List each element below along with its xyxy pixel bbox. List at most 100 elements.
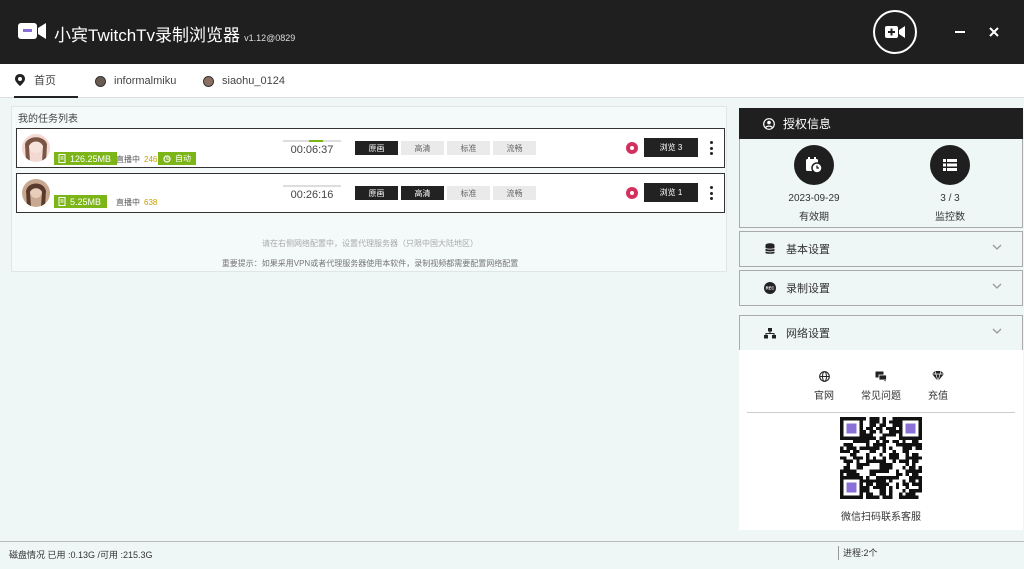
- network-icon: [764, 327, 776, 339]
- viewer-count: 246: [144, 155, 158, 164]
- timer-text: 00:26:16: [290, 189, 334, 201]
- close-icon: [989, 27, 999, 37]
- record-settings-label: 录制设置: [786, 283, 830, 295]
- minimize-icon: [955, 31, 965, 33]
- file-size: 126.25MB: [70, 153, 112, 164]
- expiry-button[interactable]: [794, 145, 834, 185]
- website-link[interactable]: 官网: [794, 370, 854, 402]
- minimize-button[interactable]: [952, 24, 968, 40]
- app-title: 小宾TwitchTv录制浏览器 v1.12@0829: [54, 21, 295, 46]
- auto-icon: [163, 154, 171, 163]
- quality-original-button[interactable]: 原画: [355, 141, 398, 155]
- network-settings-label: 网络设置: [786, 328, 830, 340]
- quality-hd-button[interactable]: 高清: [401, 141, 444, 155]
- more-options-icon[interactable]: [706, 139, 716, 157]
- tab-home[interactable]: 首页: [14, 64, 78, 98]
- tab-label: informalmiku: [114, 75, 177, 87]
- record-timer: 00:06:37: [283, 140, 341, 158]
- auto-label: 自动: [175, 154, 191, 163]
- avatar-icon: [202, 75, 214, 87]
- monitor-count-button[interactable]: [930, 145, 970, 185]
- recharge-link[interactable]: 充值: [908, 370, 968, 402]
- monitor-count: 3 / 3: [940, 193, 960, 204]
- avatar-icon: [94, 75, 106, 87]
- task-list-panel: 我的任务列表 126.25MB 直播中 246 自动 00:06:37 原画 高清…: [11, 106, 727, 272]
- divider: [747, 412, 1015, 413]
- chevron-down-icon: [992, 244, 1002, 250]
- chat-icon: [875, 370, 887, 382]
- file-size: 5.25MB: [70, 196, 102, 207]
- file-size-badge: 126.25MB: [54, 152, 118, 165]
- timer-progress-fill: [309, 140, 323, 142]
- record-status-icon[interactable]: [626, 187, 638, 199]
- title-bar: 小宾TwitchTv录制浏览器 v1.12@0829: [0, 0, 1024, 64]
- task-row: 5.25MB 直播中 638 00:26:16 原画 高清 标准 流畅 浏览 1: [16, 173, 725, 213]
- viewer-count: 638: [144, 198, 158, 207]
- tab-label: 首页: [34, 75, 56, 87]
- location-pin-icon: [14, 74, 26, 86]
- links-area: 官网 常见问题 充值 微信扫码联系客服: [739, 350, 1023, 530]
- quality-hd-button[interactable]: 高清: [401, 186, 444, 200]
- monitor-label: 监控数: [935, 212, 965, 223]
- file-icon: [58, 197, 66, 206]
- faq-label: 常见问题: [861, 391, 901, 402]
- calendar-clock-icon: [806, 157, 823, 174]
- live-status-text: 直播中: [116, 155, 140, 164]
- video-add-icon: [885, 26, 905, 38]
- rec-icon: REC: [764, 282, 776, 294]
- more-options-icon[interactable]: [706, 184, 716, 202]
- auto-record-toggle[interactable]: 自动: [158, 152, 196, 165]
- status-bar: 磁盘情况 已用 :0.13G /可用 :215.3G 进程:2个: [0, 541, 1024, 569]
- diamond-icon: [932, 370, 944, 382]
- task-list-title: 我的任务列表: [18, 114, 78, 125]
- chevron-down-icon: [992, 283, 1002, 289]
- browse-button[interactable]: 浏览 1: [644, 183, 698, 202]
- app-title-text: 小宾TwitchTv录制浏览器: [54, 26, 241, 45]
- expiry-label: 有效期: [799, 212, 829, 223]
- quality-smooth-button[interactable]: 流畅: [493, 141, 536, 155]
- tab-informalmiku[interactable]: informalmiku: [94, 64, 176, 98]
- video-camera-logo-icon: [18, 23, 46, 39]
- record-timer: 00:26:16: [283, 185, 341, 203]
- basic-settings-accordion[interactable]: 基本设置: [739, 231, 1023, 267]
- wechat-qr-code: [840, 417, 922, 499]
- database-icon: [764, 243, 776, 255]
- tab-siaohu[interactable]: siaohu_0124: [202, 64, 285, 98]
- streamer-avatar[interactable]: [22, 134, 50, 162]
- live-status-text: 直播中: [116, 198, 140, 207]
- auth-info-body: 2023-09-29 有效期 3 / 3 监控数: [739, 139, 1023, 228]
- browse-button[interactable]: 浏览 3: [644, 138, 698, 157]
- record-status-icon[interactable]: [626, 142, 638, 154]
- auth-info-header: 授权信息: [739, 108, 1023, 139]
- close-button[interactable]: [986, 24, 1002, 40]
- timer-progress-track: [283, 185, 341, 187]
- live-status: 直播中 246: [116, 154, 157, 165]
- user-circle-icon: [763, 117, 775, 130]
- quality-standard-button[interactable]: 标准: [447, 141, 490, 155]
- streamer-avatar[interactable]: [22, 179, 50, 207]
- network-settings-accordion[interactable]: 网络设置: [739, 315, 1023, 351]
- live-status: 直播中 638: [116, 197, 157, 208]
- record-settings-accordion[interactable]: REC 录制设置: [739, 270, 1023, 306]
- qr-caption: 微信扫码联系客服: [841, 512, 921, 523]
- file-size-badge: 5.25MB: [54, 195, 108, 208]
- process-count: 进程:2个: [838, 546, 878, 560]
- proxy-hint: 请在右侧网络配置中，设置代理服务器（只限中国大陆地区）: [262, 239, 478, 248]
- important-hint: 重要提示：如果采用VPN或者代理服务器使用本软件，录制视频都需要配置网络配置: [221, 259, 519, 268]
- auth-header-title: 授权信息: [783, 117, 832, 131]
- quality-standard-button[interactable]: 标准: [447, 186, 490, 200]
- svg-text:REC: REC: [766, 286, 775, 291]
- faq-link[interactable]: 常见问题: [851, 370, 911, 402]
- timer-text: 00:06:37: [290, 144, 334, 156]
- expiry-date: 2023-09-29: [788, 193, 840, 204]
- chevron-down-icon: [992, 328, 1002, 334]
- quality-smooth-button[interactable]: 流畅: [493, 186, 536, 200]
- start-record-button[interactable]: [873, 10, 917, 54]
- website-label: 官网: [814, 391, 834, 402]
- tab-bar: 首页 informalmiku siaohu_0124: [0, 64, 1024, 98]
- recharge-label: 充值: [928, 391, 948, 402]
- file-icon: [58, 154, 66, 163]
- quality-original-button[interactable]: 原画: [355, 186, 398, 200]
- basic-settings-label: 基本设置: [786, 244, 830, 256]
- app-version: v1.12@0829: [244, 33, 296, 43]
